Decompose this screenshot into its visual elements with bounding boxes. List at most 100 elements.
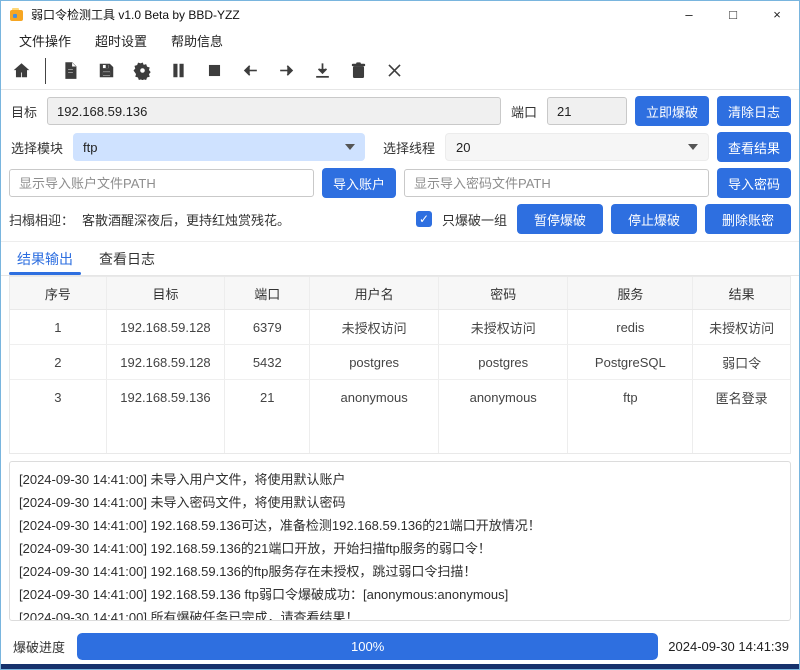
delete-credentials-button[interactable]: 删除账密 [705,204,791,234]
pause-attack-button[interactable]: 暂停爆破 [517,204,603,234]
table-cell: 未授权访问 [310,310,439,344]
tab-results-output[interactable]: 结果输出 [9,242,81,275]
gear-icon[interactable] [132,61,152,81]
close-icon[interactable] [384,61,404,81]
status-bar: 爆破进度 100% 2024-09-30 14:41:39 [1,628,799,664]
import-users-button[interactable]: 导入账户 [322,168,396,198]
table-row[interactable]: 3192.168.59.13621anonymousanonymousftp匿名… [10,380,790,414]
app-icon [9,7,25,23]
import-row: 导入账户 导入密码 [9,168,791,198]
table-cell: anonymous [439,380,568,414]
progress-fill: 100% [77,633,658,660]
table-cell: ftp [568,380,693,414]
thread-label: 选择线程 [381,138,437,157]
view-results-button[interactable]: 查看结果 [717,132,791,162]
table-cell: 192.168.59.128 [107,345,226,379]
module-label: 选择模块 [9,138,65,157]
table-cell: anonymous [310,380,439,414]
log-output[interactable]: [2024-09-30 14:41:00] 未导入用户文件，将使用默认账户[20… [9,461,791,621]
pause-icon[interactable] [168,61,188,81]
target-label: 目标 [9,102,39,121]
menu-item-2[interactable]: 帮助信息 [159,29,235,52]
table-header-cell: 结果 [693,277,790,309]
menu-bar: 文件操作超时设置帮助信息 [1,28,799,52]
home-icon[interactable] [11,61,31,81]
only-one-group-label: 只爆破一组 [440,210,509,229]
module-select[interactable]: ftp [73,133,365,161]
table-cell: 6379 [225,310,310,344]
log-line: [2024-09-30 14:41:00] 未导入密码文件，将使用默认密码 [19,491,781,514]
module-select-value: ftp [83,140,97,155]
chevron-down-icon [688,144,698,150]
log-line: [2024-09-30 14:41:00] 192.168.59.136 ftp… [19,583,781,606]
table-empty-area [10,414,790,453]
table-header-row: 序号目标端口用户名密码服务结果 [10,277,790,310]
progress-label: 爆破进度 [11,637,67,656]
table-cell: 3 [10,380,107,414]
table-row[interactable]: 1192.168.59.1286379未授权访问未授权访问redis未授权访问 [10,310,790,345]
table-header-cell: 端口 [225,277,310,309]
user-file-path-input[interactable] [9,169,314,197]
menu-item-0[interactable]: 文件操作 [7,29,83,52]
file-icon[interactable] [60,61,80,81]
tab-bar: 结果输出查看日志 [1,242,799,276]
only-one-group-checkbox[interactable]: ✓ [416,211,432,227]
table-header-cell: 序号 [10,277,107,309]
log-line: [2024-09-30 14:41:00] 未导入用户文件，将使用默认账户 [19,468,781,491]
log-line: [2024-09-30 14:41:00] 所有爆破任务已完成，请查看结果！ [19,606,781,621]
download-icon[interactable] [312,61,332,81]
window-controls: – □ × [667,1,799,28]
table-cell: 1 [10,310,107,344]
log-line: [2024-09-30 14:41:00] 192.168.59.136的ftp… [19,560,781,583]
toolbar-separator [45,58,46,84]
arrow-right-icon[interactable] [276,61,296,81]
close-icon[interactable]: × [755,1,799,28]
checkbox-check-icon: ✓ [419,213,429,225]
module-row: 选择模块 ftp 选择线程 20 查看结果 [9,132,791,162]
table-header-cell: 用户名 [310,277,439,309]
log-line: [2024-09-30 14:41:00] 192.168.59.136的21端… [19,537,781,560]
table-cell: 弱口令 [693,345,790,379]
chevron-down-icon [345,144,355,150]
table-cell: redis [568,310,693,344]
progress-bar: 100% [77,633,658,660]
stop-icon[interactable] [204,61,224,81]
greeting-label: 扫榻相迎： [9,210,74,229]
table-cell: 21 [225,380,310,414]
table-header-cell: 目标 [107,277,226,309]
save-icon[interactable] [96,61,116,81]
title-bar: 弱口令检测工具 v1.0 Beta by BBD-YZZ – □ × [1,1,799,28]
thread-select[interactable]: 20 [445,133,709,161]
table-row[interactable]: 2192.168.59.1285432postgrespostgresPostg… [10,345,790,380]
table-cell: postgres [439,345,568,379]
table-cell: 5432 [225,345,310,379]
toolbar [1,52,799,90]
menu-item-1[interactable]: 超时设置 [83,29,159,52]
table-cell: 192.168.59.136 [107,380,226,414]
arrow-left-icon[interactable] [240,61,260,81]
thread-select-value: 20 [456,140,470,155]
port-input[interactable] [547,97,627,125]
table-header-cell: 服务 [568,277,693,309]
stop-attack-button[interactable]: 停止爆破 [611,204,697,234]
maximize-icon[interactable]: □ [711,1,755,28]
import-passwords-button[interactable]: 导入密码 [717,168,791,198]
app-window: 弱口令检测工具 v1.0 Beta by BBD-YZZ – □ × 文件操作超… [0,0,800,670]
trash-icon[interactable] [348,61,368,81]
status-timestamp: 2024-09-30 14:41:39 [668,639,789,654]
attack-now-button[interactable]: 立即爆破 [635,96,709,126]
table-cell: 192.168.59.128 [107,310,226,344]
tab-view-log[interactable]: 查看日志 [91,242,163,275]
clear-log-button[interactable]: 清除日志 [717,96,791,126]
minimize-icon[interactable]: – [667,1,711,28]
greeting-text: 客散酒醒深夜后，更持红烛赏残花。 [82,210,290,229]
window-title: 弱口令检测工具 v1.0 Beta by BBD-YZZ [31,6,240,23]
password-file-path-input[interactable] [404,169,709,197]
control-row: 扫榻相迎： 客散酒醒深夜后，更持红烛赏残花。 ✓ 只爆破一组 暂停爆破 停止爆破… [9,204,791,234]
window-bottom-edge [1,664,799,669]
table-cell: 未授权访问 [693,310,790,344]
table-cell: 匿名登录 [693,380,790,414]
results-table: 序号目标端口用户名密码服务结果1192.168.59.1286379未授权访问未… [9,276,791,454]
table-header-cell: 密码 [439,277,568,309]
target-input[interactable] [47,97,501,125]
